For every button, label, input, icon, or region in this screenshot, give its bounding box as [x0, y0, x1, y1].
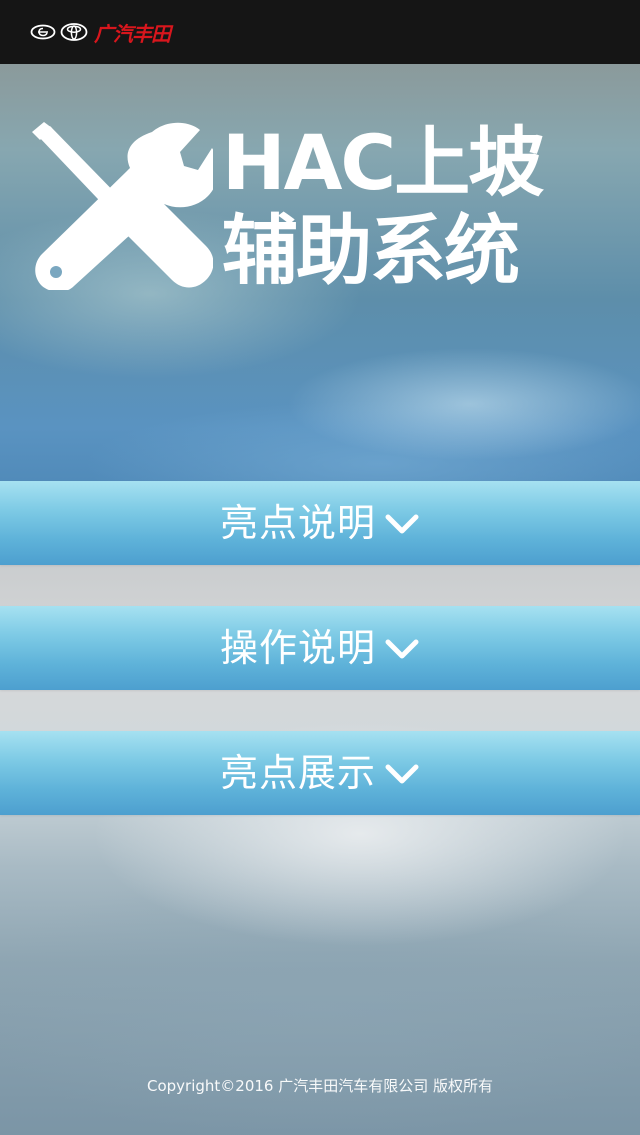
copyright-footer: Copyright©2016 广汽丰田汽车有限公司 版权所有: [146, 1077, 493, 1095]
highlight-showcase-button[interactable]: 亮点展示: [0, 731, 640, 815]
menu-item-label: 操作说明: [219, 626, 376, 670]
page-title-line2: 辅助系统: [222, 206, 520, 295]
page-title-line1: HAC上坡: [222, 118, 544, 207]
chevron-down-icon: [384, 762, 420, 786]
top-bar: 广汽丰田: [0, 0, 640, 64]
wrench-screwdriver-icon: [32, 122, 213, 290]
brand-name: 广汽丰田: [94, 21, 171, 46]
menu-item-label: 亮点展示: [219, 751, 376, 795]
menu-item-label: 亮点说明: [219, 501, 376, 545]
operation-description-button[interactable]: 操作说明: [0, 606, 640, 690]
toyota-emblem-icon: [60, 23, 88, 41]
brand-logo[interactable]: 广汽丰田: [30, 20, 171, 46]
gac-emblem-icon: [30, 24, 56, 40]
chevron-down-icon: [384, 512, 420, 536]
chevron-down-icon: [384, 637, 420, 661]
highlight-description-button[interactable]: 亮点说明: [0, 481, 640, 565]
